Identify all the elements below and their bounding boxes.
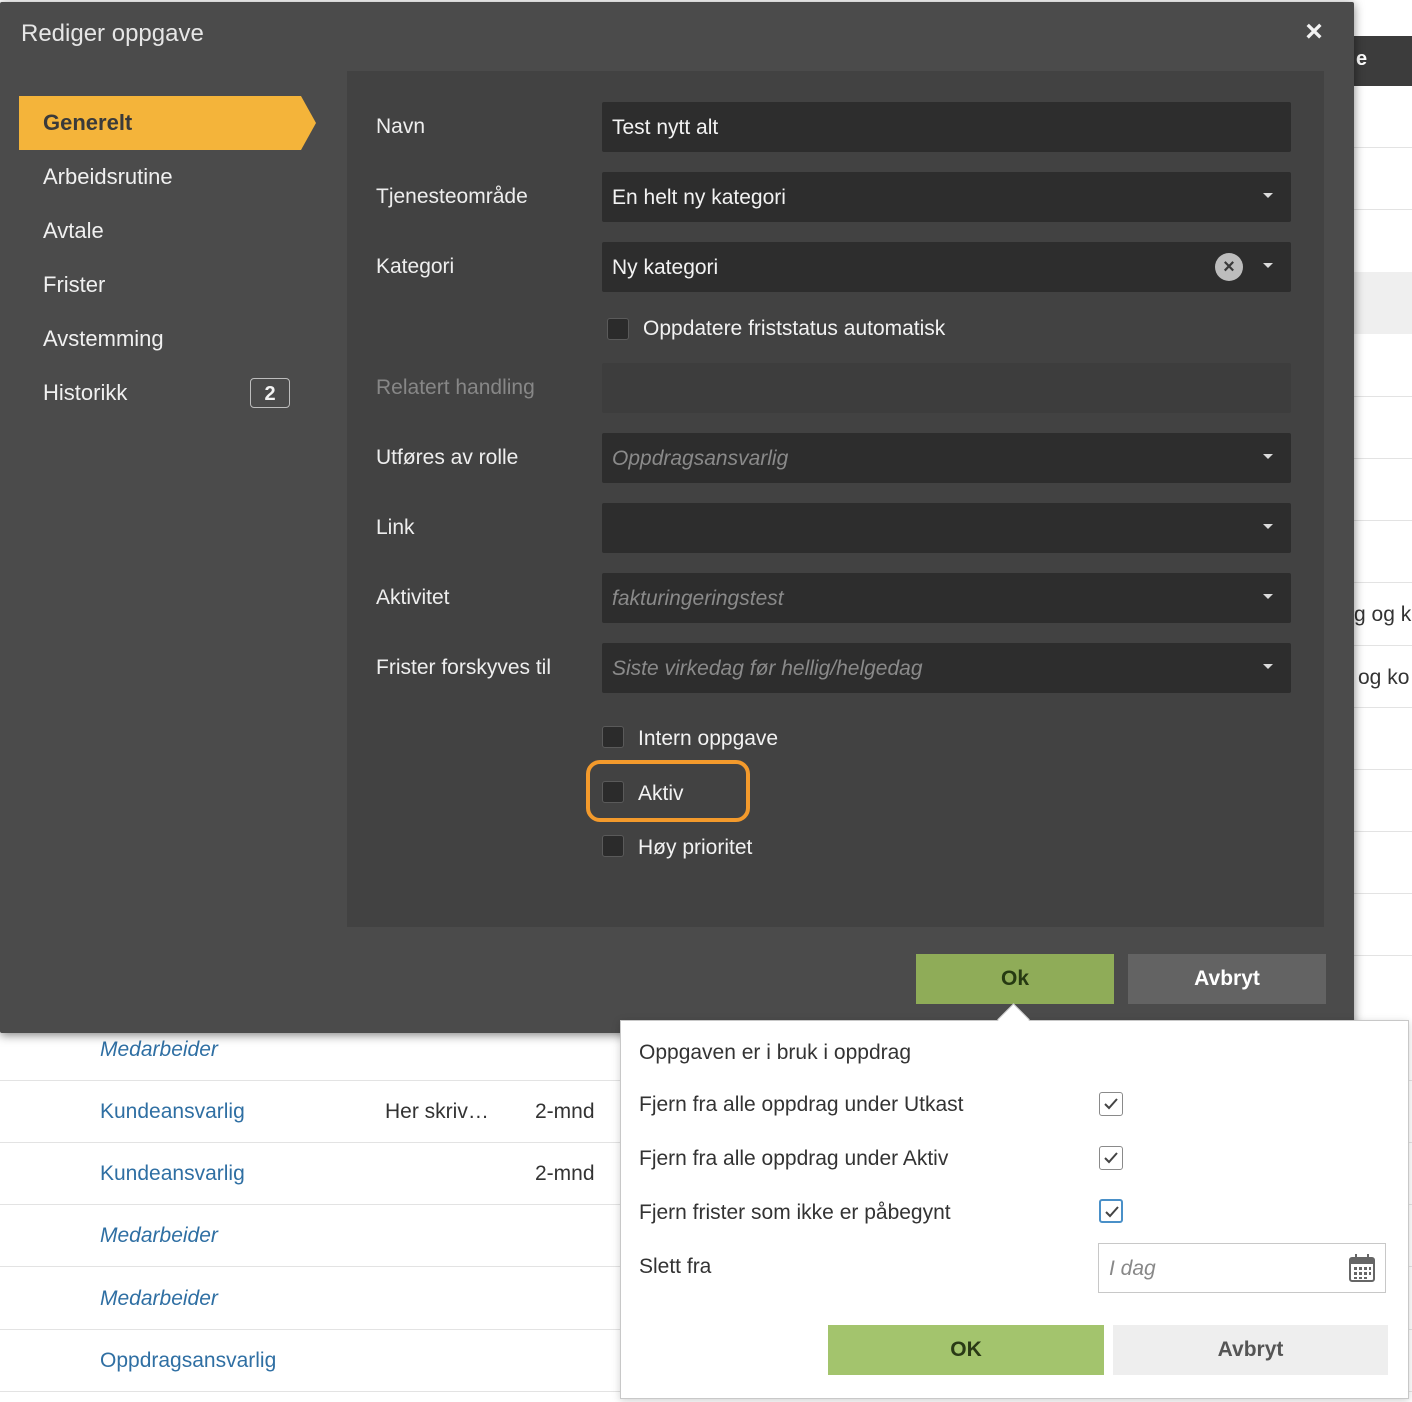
kategori-value: Ny kategori — [612, 256, 719, 279]
tjenesteomrade-label: Tjenesteområde — [376, 185, 528, 208]
relatert-handling-label: Relatert handling — [376, 376, 535, 399]
check-icon — [1105, 1206, 1119, 1218]
nav-item-frister[interactable]: Frister — [19, 258, 299, 312]
rolle-select[interactable]: Oppdragsansvarlig — [602, 433, 1291, 483]
table-row-role[interactable]: Oppdragsansvarlig — [100, 1349, 276, 1373]
table-row-role[interactable]: Medarbeider — [100, 1224, 218, 1248]
nav-item-label: Avtale — [43, 218, 104, 243]
nav-item-label: Avstemming — [43, 326, 164, 351]
table-header-fragment-label: e — [1356, 48, 1368, 70]
clear-icon[interactable]: × — [1215, 253, 1243, 281]
aktivitet-placeholder: fakturingeringstest — [612, 587, 784, 610]
chevron-down-icon — [1263, 454, 1273, 459]
option-frister-checkbox[interactable] — [1099, 1199, 1123, 1223]
table-row-role[interactable]: Kundeansvarlig — [100, 1100, 245, 1124]
hoy-prioritet-label: Høy prioritet — [638, 836, 753, 859]
row-divider — [1354, 645, 1412, 646]
hoy-prioritet-checkbox[interactable] — [602, 835, 624, 857]
row-divider — [1354, 831, 1412, 832]
option-frister-label: Fjern frister som ikke er påbegynt — [639, 1201, 951, 1224]
aktivitet-label: Aktivitet — [376, 586, 450, 609]
date-placeholder: I dag — [1109, 1257, 1156, 1280]
frister-select[interactable]: Siste virkedag før hellig/helgedag — [602, 643, 1291, 693]
row-divider — [1354, 396, 1412, 397]
intern-oppgave-label: Intern oppgave — [638, 727, 779, 750]
row-divider — [1354, 893, 1412, 894]
nav-item-label: Historikk — [43, 380, 128, 405]
close-icon[interactable]: × — [1298, 16, 1330, 48]
aktiv-checkbox[interactable] — [602, 781, 624, 803]
table-row-note: Her skriv… — [385, 1100, 489, 1123]
oppdatere-checkbox-label: Oppdatere friststatus automatisk — [643, 317, 946, 340]
row-divider — [1354, 458, 1412, 459]
kategori-label: Kategori — [376, 255, 455, 278]
row-divider — [1354, 582, 1412, 583]
table-row-freq: 2-mnd — [535, 1100, 595, 1123]
tjenesteomrade-value: En helt ny kategori — [612, 186, 786, 209]
rolle-label: Utføres av rolle — [376, 446, 519, 469]
table-row-role[interactable]: Kundeansvarlig — [100, 1162, 245, 1186]
cancel-button[interactable]: Avbryt — [1128, 954, 1326, 1004]
calendar-icon[interactable] — [1349, 1254, 1375, 1282]
nav-item-historikk[interactable]: Historikk 2 — [19, 366, 299, 420]
aktivitet-select[interactable]: fakturingeringstest — [602, 573, 1291, 623]
chevron-down-icon — [1263, 524, 1273, 529]
option-aktiv-label: Fjern fra alle oppdrag under Aktiv — [639, 1147, 949, 1170]
popover-cancel-button[interactable]: Avbryt — [1113, 1325, 1388, 1375]
row-divider — [1354, 955, 1412, 956]
option-aktiv-checkbox[interactable] — [1099, 1146, 1123, 1170]
slett-fra-label: Slett fra — [639, 1255, 712, 1278]
link-label: Link — [376, 516, 415, 539]
option-utkast-checkbox[interactable] — [1099, 1092, 1123, 1116]
nav-item-avtale[interactable]: Avtale — [19, 204, 299, 258]
row-highlight — [1354, 272, 1412, 334]
date-input[interactable]: I dag — [1098, 1243, 1386, 1293]
oppdatere-checkbox[interactable] — [607, 318, 629, 340]
chevron-down-icon — [1263, 263, 1273, 268]
table-row-freq: 2-mnd — [535, 1162, 595, 1185]
row-divider — [1354, 707, 1412, 708]
option-utkast-label: Fjern fra alle oppdrag under Utkast — [639, 1093, 964, 1116]
navn-input[interactable]: Test nytt alt — [602, 102, 1291, 152]
intern-oppgave-checkbox[interactable] — [602, 726, 624, 748]
row-divider — [1354, 147, 1412, 148]
popover-ok-button[interactable]: OK — [828, 1325, 1104, 1375]
row-divider — [1354, 769, 1412, 770]
aktiv-label: Aktiv — [638, 782, 684, 805]
rolle-placeholder: Oppdragsansvarlig — [612, 447, 789, 470]
check-icon — [1104, 1098, 1118, 1110]
nav-item-arbeidsrutine[interactable]: Arbeidsrutine — [19, 150, 299, 204]
nav-item-label: Generelt — [43, 110, 133, 135]
check-icon — [1104, 1152, 1118, 1164]
row-divider — [1354, 209, 1412, 210]
ok-button[interactable]: Ok — [916, 954, 1114, 1004]
popover-heading: Oppgaven er i bruk i oppdrag — [639, 1041, 912, 1064]
table-row-role[interactable]: Medarbeider — [100, 1038, 218, 1062]
frister-label: Frister forskyves til — [376, 656, 552, 679]
link-select[interactable] — [602, 503, 1291, 553]
chevron-down-icon — [1263, 193, 1273, 198]
nav-item-label: Frister — [43, 272, 106, 297]
dialog-title: Rediger oppgave — [21, 20, 204, 47]
count-badge: 2 — [250, 378, 290, 408]
right-fragment: g og k — [1354, 603, 1412, 626]
chevron-down-icon — [1263, 664, 1273, 669]
row-divider — [1354, 520, 1412, 521]
frister-placeholder: Siste virkedag før hellig/helgedag — [612, 657, 923, 680]
relatert-handling-input — [602, 363, 1291, 413]
kategori-select[interactable]: Ny kategori × — [602, 242, 1291, 292]
chevron-down-icon — [1263, 594, 1273, 599]
nav-item-generelt[interactable]: Generelt — [19, 96, 316, 150]
tjenesteomrade-select[interactable]: En helt ny kategori — [602, 172, 1291, 222]
nav-item-avstemming[interactable]: Avstemming — [19, 312, 299, 366]
nav-item-label: Arbeidsrutine — [43, 164, 173, 189]
table-row-role[interactable]: Medarbeider — [100, 1287, 218, 1311]
navn-label: Navn — [376, 115, 426, 138]
navn-value: Test nytt alt — [612, 116, 719, 139]
right-fragment: og ko — [1358, 666, 1410, 689]
table-header-fragment: e — [1354, 36, 1412, 86]
